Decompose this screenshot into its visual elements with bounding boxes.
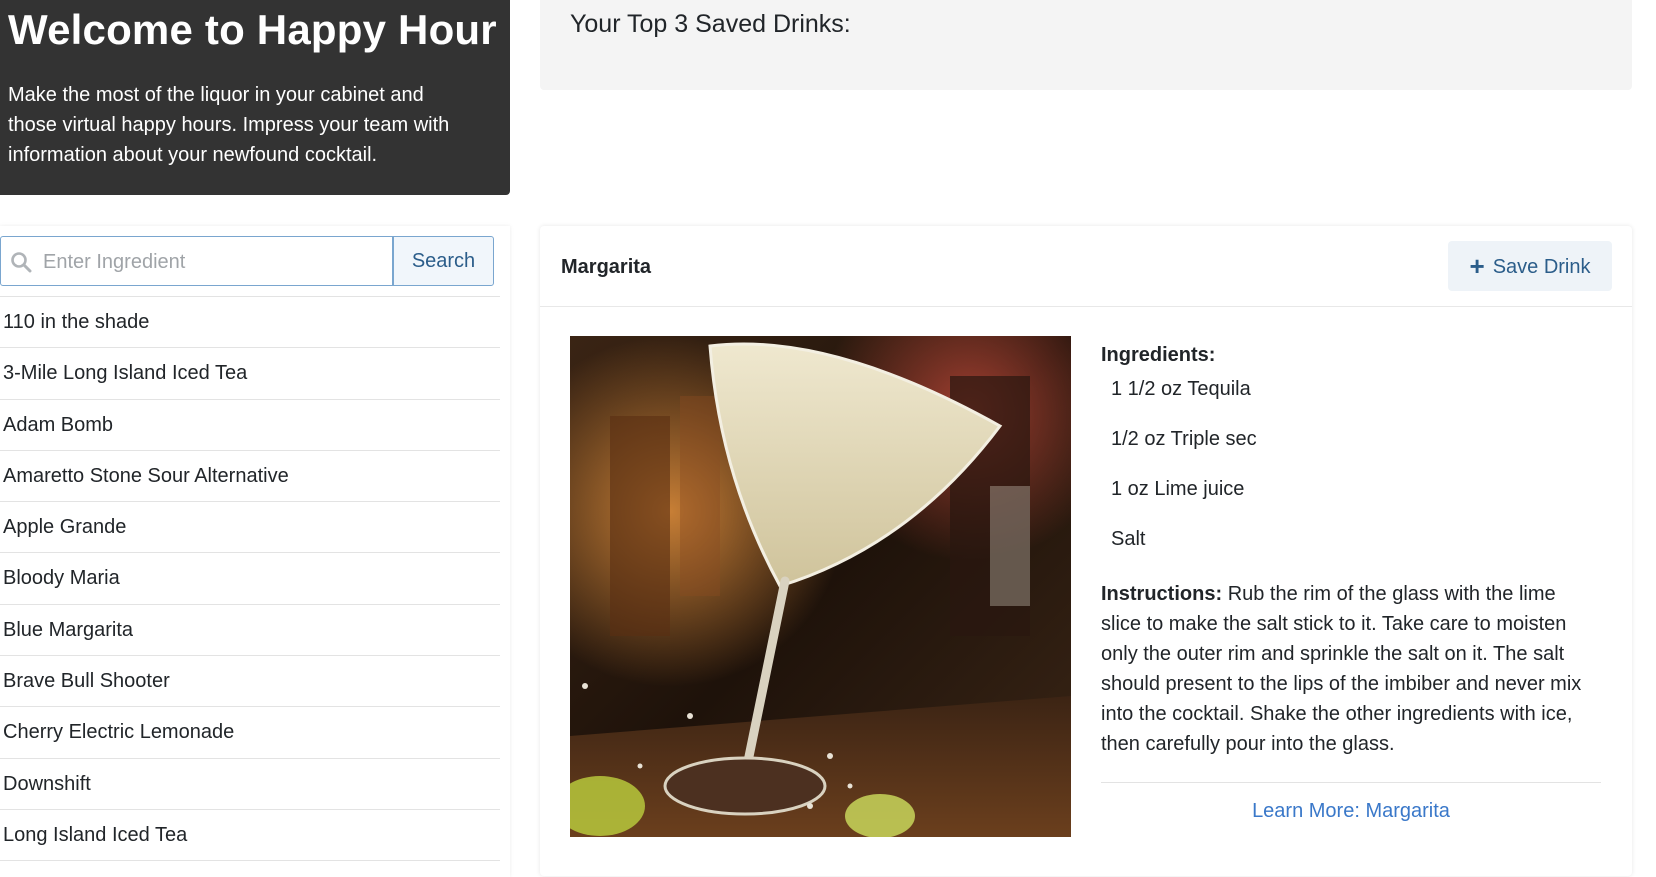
instructions-text: Rub the rim of the glass with the lime s… xyxy=(1101,583,1582,755)
list-item[interactable]: Downshift xyxy=(0,759,500,810)
drink-card: Margarita + Save Drink Ingredients: 1 1/… xyxy=(540,226,1632,876)
ingredient-item: 1 1/2 oz Tequila xyxy=(1111,378,1251,400)
page-title: Welcome to Happy Hour xyxy=(8,6,497,53)
list-item[interactable]: Adam Bomb xyxy=(0,400,500,451)
margarita-photo xyxy=(570,336,1071,837)
drink-card-header: Margarita + Save Drink xyxy=(540,226,1632,307)
hero-description: Make the most of the liquor in your cabi… xyxy=(8,84,450,166)
search-field[interactable] xyxy=(0,236,393,286)
save-drink-label: Save Drink xyxy=(1492,255,1591,278)
drink-search-panel: Search 110 in the shade3-Mile Long Islan… xyxy=(0,226,510,877)
divider xyxy=(1101,782,1601,783)
plus-icon: + xyxy=(1469,250,1485,281)
search-bar: Search xyxy=(0,236,500,286)
list-item[interactable]: 110 in the shade xyxy=(0,297,500,349)
ingredients-title: Ingredients: xyxy=(1101,344,1216,366)
search-button[interactable]: Search xyxy=(393,236,494,286)
list-item[interactable]: Amaretto Stone Sour Alternative xyxy=(0,451,500,503)
list-item[interactable]: 3-Mile Long Island Iced Tea xyxy=(0,348,500,400)
ingredient-item: 1 oz Lime juice xyxy=(1111,478,1245,500)
list-item[interactable]: Brave Bull Shooter xyxy=(0,656,500,708)
learn-more-link[interactable]: Learn More: Margarita xyxy=(1101,796,1601,826)
hero-banner: Welcome to Happy Hour Make the most of t… xyxy=(0,0,510,195)
save-drink-button[interactable]: + Save Drink xyxy=(1448,241,1612,291)
list-item[interactable]: Apple Grande xyxy=(0,502,500,554)
saved-drinks-panel: Your Top 3 Saved Drinks: xyxy=(540,0,1632,90)
list-item[interactable]: Blue Margarita xyxy=(0,605,500,657)
drink-name: Margarita xyxy=(561,256,652,278)
saved-drinks-title: Your Top 3 Saved Drinks: xyxy=(570,10,851,38)
instructions-label: Instructions: xyxy=(1101,583,1223,605)
drink-image xyxy=(570,336,1071,837)
ingredients-list: 1 1/2 oz Tequila 1/2 oz Triple sec 1 oz Li… xyxy=(1111,374,1257,574)
list-item[interactable]: Long Island Iced Tea xyxy=(0,810,500,862)
list-item[interactable]: Cherry Electric Lemonade xyxy=(0,707,500,759)
instructions: Instructions: Rub the rim of the glass w… xyxy=(1101,579,1601,759)
search-icon xyxy=(11,252,32,273)
search-input[interactable] xyxy=(43,245,383,279)
list-item[interactable]: Bloody Maria xyxy=(0,553,500,605)
ingredient-item: Salt xyxy=(1111,528,1146,550)
ingredient-item: 1/2 oz Triple sec xyxy=(1111,428,1257,450)
drink-list: 110 in the shade 3-Mile Long Island Iced … xyxy=(0,296,500,862)
